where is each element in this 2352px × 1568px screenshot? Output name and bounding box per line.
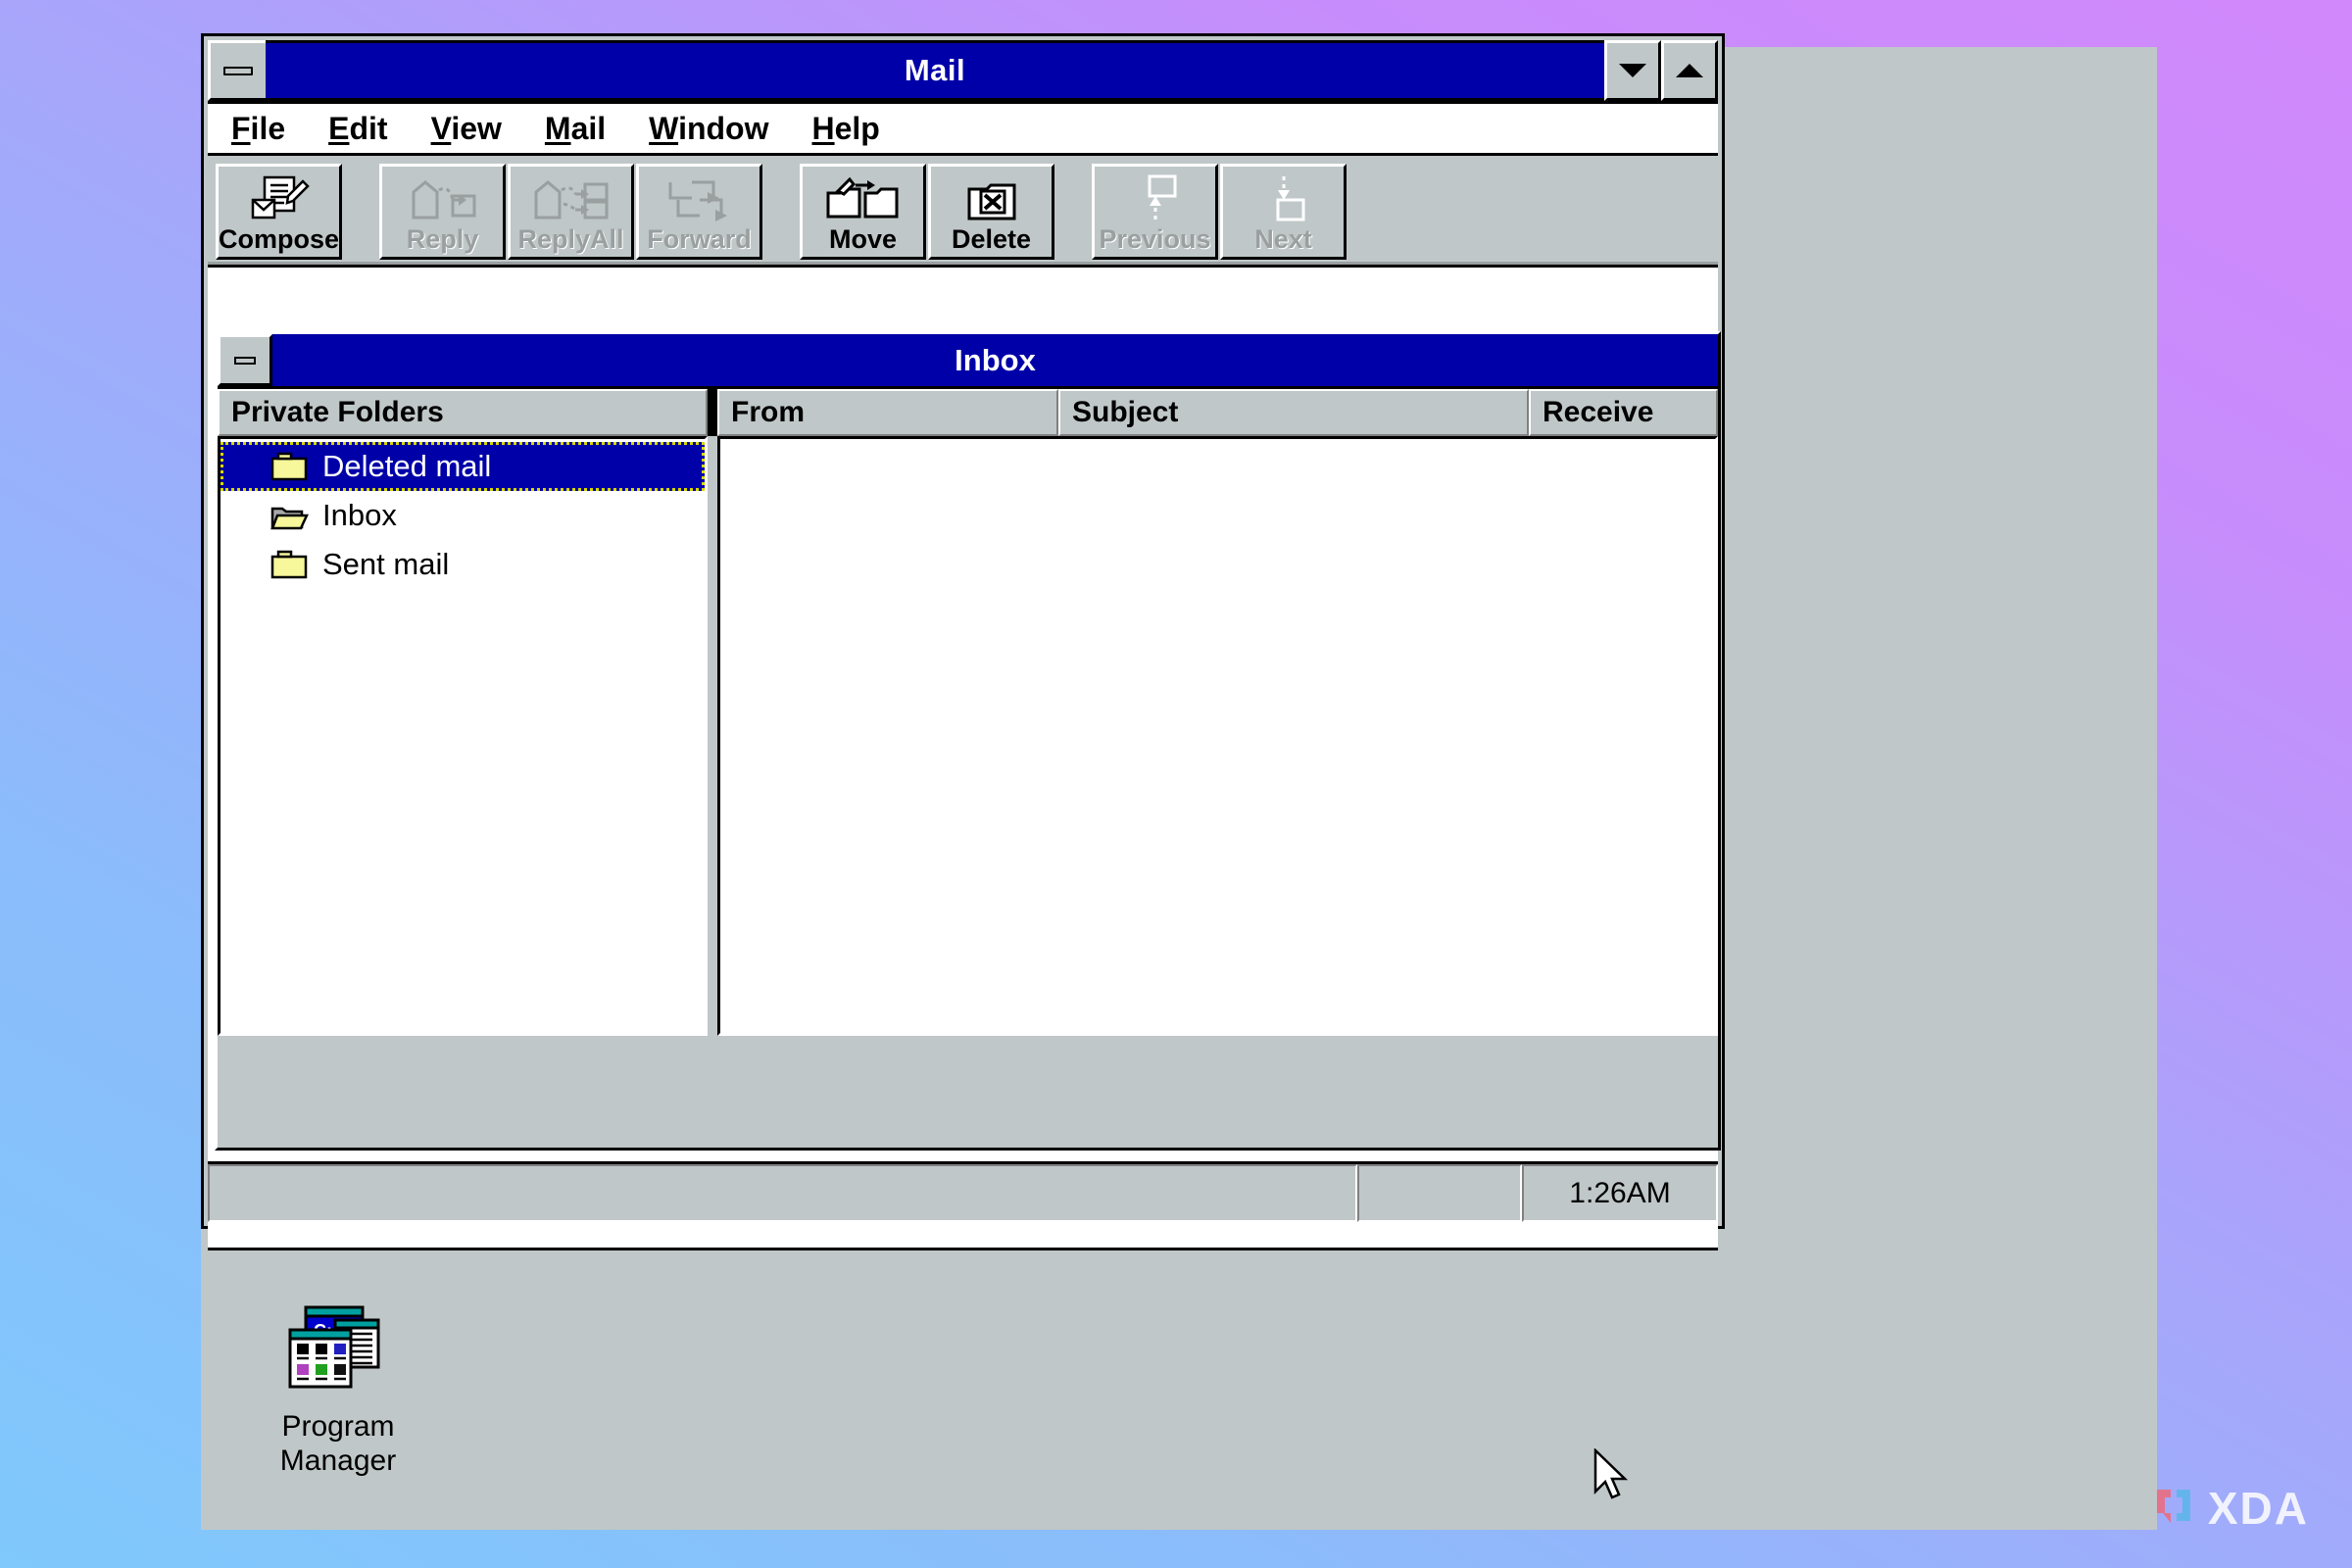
folder-label-sent-mail: Sent mail	[322, 547, 450, 581]
delete-button[interactable]: Delete	[928, 164, 1054, 260]
toolbar: Compose Reply ReplyAll Forward Move Dele…	[208, 160, 1718, 265]
status-clock: 1:26AM	[1522, 1164, 1718, 1222]
window-titlebar[interactable]: Mail	[266, 40, 1604, 101]
menu-bar: File Edit View Mail Window Help	[208, 101, 1718, 156]
desktop-icon-label-line1: Program	[281, 1410, 395, 1443]
xda-watermark: XDA	[2151, 1482, 2309, 1535]
menu-item-window[interactable]: Window	[649, 111, 768, 147]
inbox-title: Inbox	[955, 342, 1036, 377]
replyall-button[interactable]: ReplyAll	[508, 164, 634, 260]
column-header-from[interactable]: From	[717, 389, 1058, 436]
folder-label-deleted-mail: Deleted mail	[322, 449, 492, 483]
window-title: Mail	[904, 53, 966, 87]
inbox-system-menu-button[interactable]	[218, 334, 272, 386]
arrow-up-icon	[1676, 64, 1703, 77]
next-button[interactable]: Next	[1220, 164, 1347, 260]
window-control-buttons	[1604, 40, 1718, 101]
minimize-button[interactable]	[1604, 40, 1661, 101]
inbox-system-menu-icon	[234, 356, 256, 365]
program-manager-icon: C:	[284, 1305, 392, 1397]
system-menu-button[interactable]	[208, 40, 269, 101]
menu-item-mail[interactable]: Mail	[545, 111, 606, 147]
folder-closed-icon	[270, 549, 309, 580]
replyall-icon	[532, 172, 611, 226]
window-titlebar-row: Mail	[208, 40, 1718, 101]
forward-label: Forward	[647, 224, 752, 254]
move-button[interactable]: Move	[800, 164, 926, 260]
reply-label: Reply	[406, 224, 479, 254]
toolbar-group-navigate: Previous Next	[1092, 164, 1347, 260]
next-icon	[1258, 172, 1309, 226]
menu-item-view[interactable]: View	[431, 111, 502, 147]
desktop-icon-label-line2: Manager	[279, 1444, 397, 1477]
folder-open-icon	[270, 500, 309, 531]
desktop-icon-program-manager[interactable]: C:	[245, 1303, 431, 1478]
status-secondary	[1357, 1164, 1522, 1222]
pane-splitter[interactable]	[708, 436, 717, 1036]
mail-window: Mail File Edit View Mail Window Help Com…	[201, 33, 1725, 1250]
compose-button[interactable]: Compose	[216, 164, 342, 260]
previous-label: Previous	[1099, 224, 1211, 254]
mdi-top-strip	[208, 268, 1718, 334]
folder-item-deleted-mail[interactable]: Deleted mail	[220, 442, 705, 491]
message-list-pane[interactable]	[717, 436, 1718, 1036]
menu-item-edit[interactable]: Edit	[328, 111, 387, 147]
column-header-subject[interactable]: Subject	[1058, 389, 1529, 436]
desktop-icon-label: Program Manager	[245, 1410, 431, 1478]
folder-item-sent-mail[interactable]: Sent mail	[220, 540, 705, 589]
inbox-titlebar-row: Inbox	[218, 334, 1718, 389]
column-header-private-folders[interactable]: Private Folders	[218, 389, 708, 436]
toolbar-group-compose: Compose	[216, 164, 342, 260]
move-icon	[824, 172, 903, 226]
mdi-client-area[interactable]: Inbox Private Folders From Subject Recei…	[208, 265, 1721, 1250]
compose-icon	[249, 172, 310, 226]
delete-label: Delete	[951, 224, 1032, 254]
previous-icon	[1130, 172, 1181, 226]
forward-button[interactable]: Forward	[636, 164, 762, 260]
menu-item-file[interactable]: File	[231, 111, 285, 147]
delete-icon	[965, 172, 1018, 226]
folder-label-inbox: Inbox	[322, 498, 397, 532]
toolbar-group-respond: Reply ReplyAll Forward	[379, 164, 762, 260]
pane-divider[interactable]	[708, 389, 717, 436]
reply-button[interactable]: Reply	[379, 164, 506, 260]
xda-logo-icon	[2151, 1484, 2196, 1534]
toolbar-group-manage: Move Delete	[800, 164, 1054, 260]
maximize-button[interactable]	[1661, 40, 1718, 101]
folder-tree-pane[interactable]: Deleted mail Inbox Sent mail	[218, 436, 708, 1036]
pane-header-row: Private Folders From Subject Receive	[218, 389, 1718, 436]
folder-closed-icon	[270, 451, 309, 482]
next-label: Next	[1254, 224, 1312, 254]
xda-watermark-text: XDA	[2207, 1483, 2309, 1534]
move-label: Move	[828, 224, 898, 254]
status-bar: 1:26AM	[208, 1161, 1718, 1222]
arrow-down-icon	[1619, 64, 1646, 77]
forward-icon	[662, 172, 737, 226]
status-message	[208, 1164, 1357, 1222]
pane-body-row: Deleted mail Inbox Sent mail	[218, 436, 1718, 1036]
column-header-received[interactable]: Receive	[1529, 389, 1718, 436]
menu-item-help[interactable]: Help	[811, 111, 879, 147]
folder-item-inbox[interactable]: Inbox	[220, 491, 705, 540]
replyall-label: ReplyAll	[517, 224, 624, 254]
reply-icon	[408, 172, 478, 226]
previous-button[interactable]: Previous	[1092, 164, 1218, 260]
system-menu-icon	[223, 66, 253, 75]
compose-label: Compose	[218, 224, 340, 254]
inbox-window: Inbox Private Folders From Subject Recei…	[215, 331, 1721, 1151]
inbox-titlebar[interactable]: Inbox	[272, 334, 1718, 386]
